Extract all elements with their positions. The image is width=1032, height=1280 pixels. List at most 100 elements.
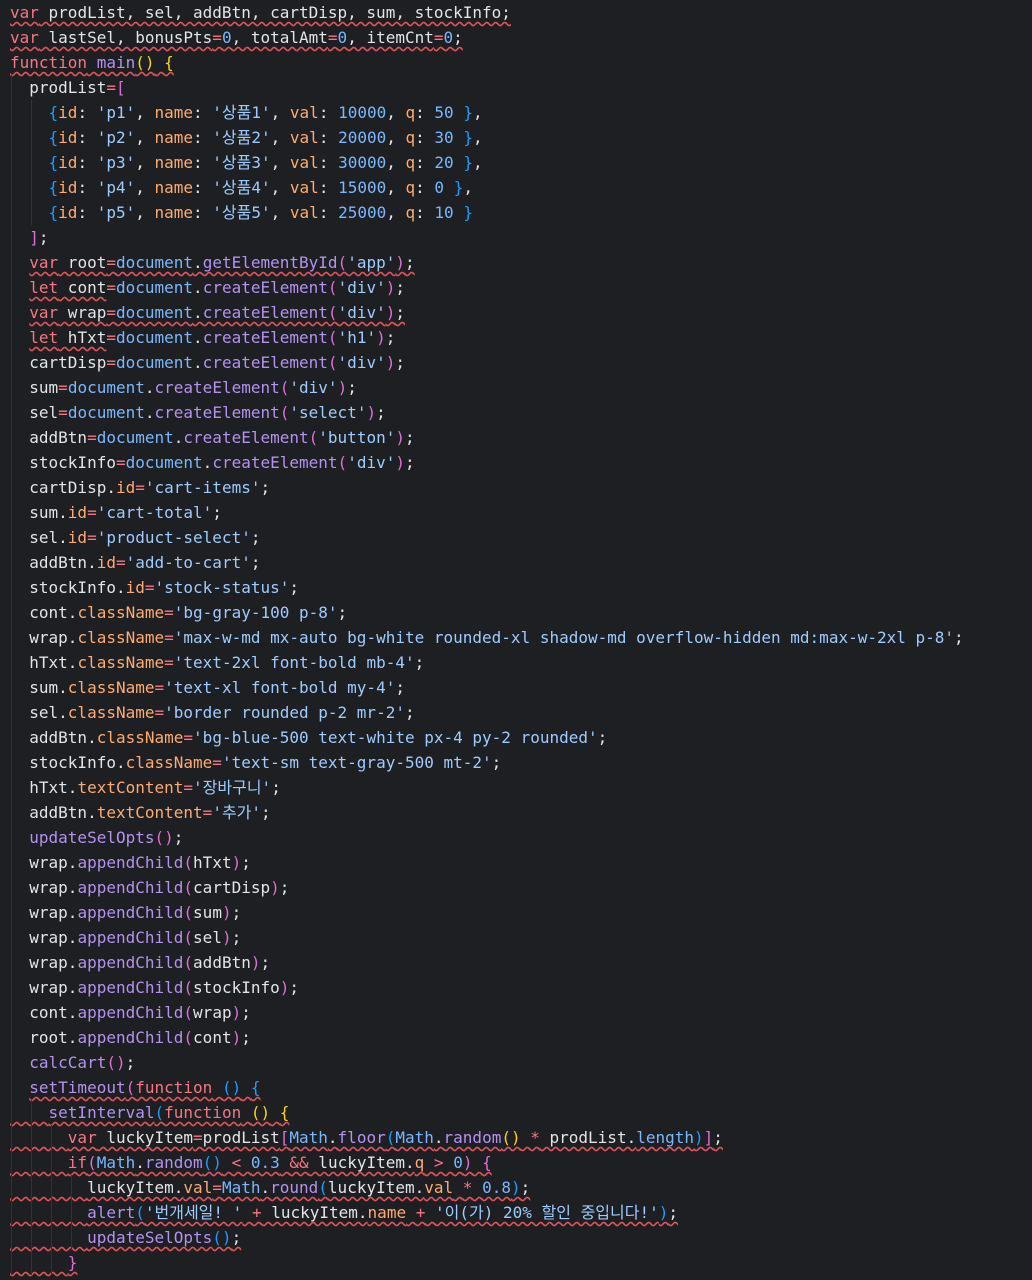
code-token: id <box>125 578 145 597</box>
code-line[interactable]: addBtn.id='add-to-cart'; <box>0 550 1032 575</box>
indent-guide <box>11 300 12 325</box>
code-token: ) <box>337 378 348 397</box>
code-token: , <box>135 128 155 147</box>
code-line[interactable]: wrap.appendChild(cartDisp); <box>0 875 1032 900</box>
code-line[interactable]: addBtn.className='bg-blue-500 text-white… <box>0 725 1032 750</box>
code-token: ( <box>327 278 338 297</box>
code-line[interactable]: cartDisp.id='cart-items'; <box>0 475 1032 500</box>
code-line[interactable]: setInterval(function () { <box>0 1100 1032 1125</box>
code-line[interactable]: alert('번개세일! ' + luckyItem.name + '이(가) … <box>0 1200 1032 1225</box>
code-line[interactable]: var luckyItem=prodList[Math.floor(Math.r… <box>0 1125 1032 1150</box>
code-token: 0 <box>434 178 445 197</box>
code-token: addBtn. <box>29 728 97 747</box>
code-token: 0.8 <box>482 1178 511 1197</box>
code-token: ; <box>385 328 396 347</box>
code-line[interactable]: wrap.className='max-w-md mx-auto bg-whit… <box>0 625 1032 650</box>
code-line[interactable]: setTimeout(function () { <box>0 1075 1032 1100</box>
indent-guide <box>11 975 12 1000</box>
code-line[interactable]: {id: 'p5', name: '상품5', val: 25000, q: 1… <box>0 200 1032 225</box>
code-line[interactable]: calcCart(); <box>0 1050 1032 1075</box>
code-line[interactable]: var wrap=document.createElement('div'); <box>0 300 1032 325</box>
code-token: , <box>386 103 406 122</box>
code-token: : <box>77 128 97 147</box>
code-token: 'div' <box>337 278 386 297</box>
code-line[interactable]: cont.appendChild(wrap); <box>0 1000 1032 1025</box>
code-token: , <box>270 103 290 122</box>
code-line[interactable]: {id: 'p3', name: '상품3', val: 30000, q: 2… <box>0 150 1032 175</box>
code-line[interactable]: wrap.appendChild(sel); <box>0 925 1032 950</box>
code-token: hTxt <box>58 328 107 347</box>
code-line[interactable]: function main() { <box>0 50 1032 75</box>
code-token: ; <box>337 603 348 622</box>
code-line[interactable]: let hTxt=document.createElement('h1'); <box>0 325 1032 350</box>
code-line[interactable]: sel=document.createElement('select'); <box>0 400 1032 425</box>
code-token: ; <box>212 503 222 522</box>
indent-guide <box>11 1150 12 1175</box>
indent-guide <box>11 575 12 600</box>
code-line[interactable]: var prodList, sel, addBtn, cartDisp, sum… <box>0 0 1032 25</box>
code-token: 0 <box>443 28 454 47</box>
code-line[interactable]: sum.id='cart-total'; <box>0 500 1032 525</box>
code-line[interactable]: updateSelOpts(); <box>0 825 1032 850</box>
code-token: ; <box>347 378 357 397</box>
code-line[interactable]: ]; <box>0 225 1032 250</box>
code-line[interactable]: sel.className='border rounded p-2 mr-2'; <box>0 700 1032 725</box>
code-line[interactable]: {id: 'p4', name: '상품4', val: 15000, q: 0… <box>0 175 1032 200</box>
code-token: : <box>415 103 435 122</box>
code-token: '상품5' <box>212 203 271 222</box>
indent-guide <box>31 1250 32 1275</box>
code-line[interactable]: wrap.appendChild(sum); <box>0 900 1032 925</box>
code-token: = <box>212 753 222 772</box>
code-line[interactable]: addBtn.textContent='추가'; <box>0 800 1032 825</box>
code-line[interactable]: cont.className='bg-gray-100 p-8'; <box>0 600 1032 625</box>
code-token: . <box>433 1128 444 1147</box>
code-line[interactable]: sum.className='text-xl font-bold my-4'; <box>0 675 1032 700</box>
code-line[interactable]: wrap.appendChild(hTxt); <box>0 850 1032 875</box>
code-token: ] <box>703 1128 714 1147</box>
code-line[interactable]: } <box>0 1250 1032 1275</box>
code-token: 0 <box>453 1153 463 1172</box>
code-token: wrap. <box>29 853 78 872</box>
code-line[interactable]: let cont=document.createElement('div'); <box>0 275 1032 300</box>
code-line[interactable]: root.appendChild(cont); <box>0 1025 1032 1050</box>
code-line[interactable]: addBtn=document.createElement('button'); <box>0 425 1032 450</box>
code-token: document <box>67 378 145 397</box>
code-line[interactable]: wrap.appendChild(stockInfo); <box>0 975 1032 1000</box>
indent-guide <box>31 1200 32 1225</box>
code-line[interactable]: var root=document.getElementById('app'); <box>0 250 1032 275</box>
code-token: id <box>58 203 78 222</box>
code-line[interactable]: stockInfo.className='text-sm text-gray-5… <box>0 750 1032 775</box>
code-line[interactable]: if(Math.random() < 0.3 && luckyItem.q > … <box>0 1150 1032 1175</box>
code-token: 20 <box>434 153 454 172</box>
code-editor[interactable]: var prodList, sel, addBtn, cartDisp, sum… <box>0 0 1032 1280</box>
indent-guide <box>11 550 12 575</box>
code-line[interactable]: {id: 'p1', name: '상품1', val: 10000, q: 5… <box>0 100 1032 125</box>
code-line[interactable]: cartDisp=document.createElement('div'); <box>0 350 1032 375</box>
code-line[interactable]: var lastSel, bonusPts=0, totalAmt=0, ite… <box>0 25 1032 50</box>
code-token: ( <box>385 1128 396 1147</box>
code-token: ; <box>250 528 261 547</box>
code-line[interactable]: updateSelOpts(); <box>0 1225 1032 1250</box>
code-line[interactable]: prodList=[ <box>0 75 1032 100</box>
code-line[interactable]: hTxt.textContent='장바구니'; <box>0 775 1032 800</box>
code-line[interactable]: stockInfo=document.createElement('div'); <box>0 450 1032 475</box>
code-line[interactable]: {id: 'p2', name: '상품2', val: 20000, q: 3… <box>0 125 1032 150</box>
code-line[interactable]: hTxt.className='text-2xl font-bold mb-4'… <box>0 650 1032 675</box>
code-line[interactable]: sel.id='product-select'; <box>0 525 1032 550</box>
code-line[interactable]: luckyItem.val=Math.round(luckyItem.val *… <box>0 1175 1032 1200</box>
code-token: var <box>10 3 39 22</box>
indent-guide <box>31 1100 32 1125</box>
code-token: createElement <box>202 353 328 372</box>
code-token: , <box>463 178 473 197</box>
code-line[interactable]: stockInfo.id='stock-status'; <box>0 575 1032 600</box>
code-line[interactable]: wrap.appendChild(addBtn); <box>0 950 1032 975</box>
code-token: var <box>67 1128 97 1147</box>
code-line[interactable]: sum=document.createElement('div'); <box>0 375 1032 400</box>
